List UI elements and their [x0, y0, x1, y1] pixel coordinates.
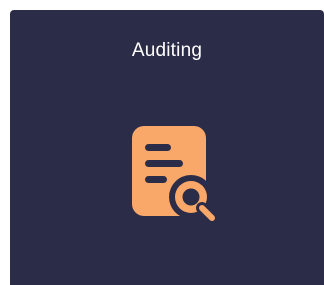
auditing-tile[interactable]: Auditing	[10, 10, 324, 285]
document-search-icon	[132, 126, 218, 224]
tile-title: Auditing	[131, 40, 203, 61]
